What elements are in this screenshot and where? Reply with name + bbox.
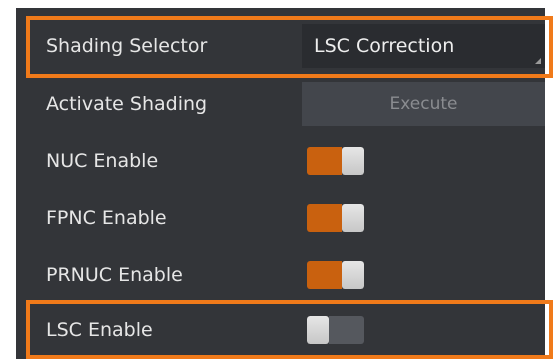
shading-selector-dropdown[interactable]: LSC Correction <box>302 24 545 68</box>
top-border <box>0 0 553 8</box>
dropdown-arrow-icon <box>535 58 541 64</box>
fpnc-enable-label: FPNC Enable <box>46 207 167 229</box>
row-fpnc-enable: FPNC Enable <box>30 194 545 242</box>
nuc-enable-label: NUC Enable <box>46 150 159 172</box>
lsc-enable-label: LSC Enable <box>46 319 153 341</box>
toggle-knob <box>307 316 329 344</box>
toggle-track <box>307 147 342 175</box>
row-nuc-enable: NUC Enable <box>30 137 545 185</box>
right-border <box>545 0 553 359</box>
nuc-enable-toggle[interactable] <box>307 147 364 175</box>
shading-selector-label: Shading Selector <box>46 35 208 57</box>
toggle-knob <box>342 147 364 175</box>
execute-button[interactable]: Execute <box>302 82 545 126</box>
toggle-track <box>329 316 364 344</box>
shading-selector-value: LSC Correction <box>314 35 455 57</box>
row-prnuc-enable: PRNUC Enable <box>30 251 545 299</box>
activate-shading-label: Activate Shading <box>46 93 208 115</box>
toggle-knob <box>342 261 364 289</box>
prnuc-enable-toggle[interactable] <box>307 261 364 289</box>
lsc-enable-toggle[interactable] <box>307 316 364 344</box>
row-lsc-enable: LSC Enable <box>30 306 545 354</box>
properties-panel: Shading Selector LSC Correction Activate… <box>0 0 553 359</box>
fpnc-enable-toggle[interactable] <box>307 204 364 232</box>
row-activate-shading: Activate Shading Execute <box>30 80 545 128</box>
toggle-track <box>307 261 342 289</box>
toggle-track <box>307 204 342 232</box>
prnuc-enable-label: PRNUC Enable <box>46 264 183 286</box>
left-border <box>0 0 16 359</box>
row-shading-selector: Shading Selector LSC Correction <box>30 22 545 70</box>
toggle-knob <box>342 204 364 232</box>
